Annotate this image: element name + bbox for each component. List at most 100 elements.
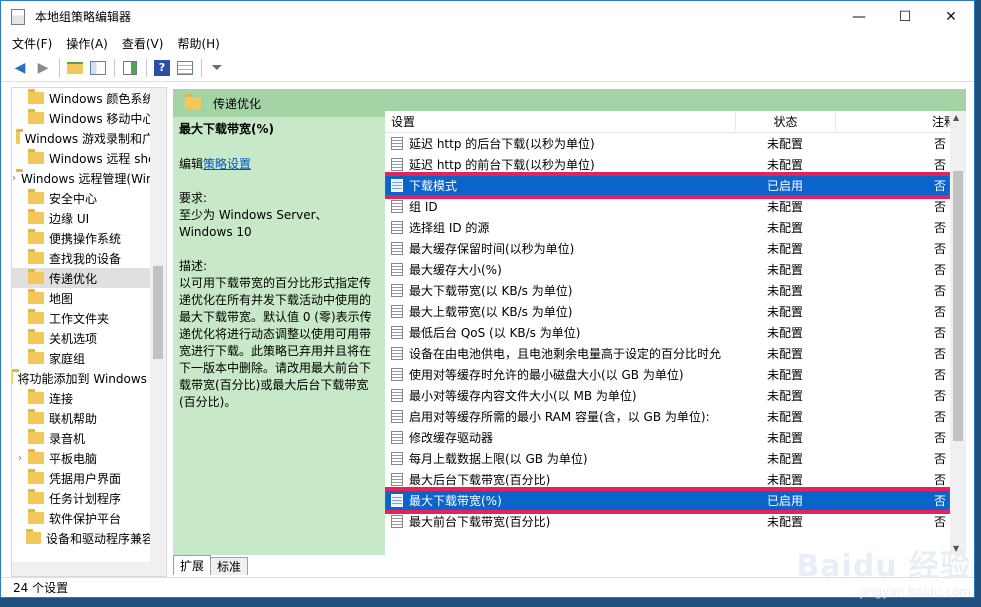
scroll-up-icon[interactable]: ▲ — [953, 113, 959, 122]
up-folder-icon[interactable] — [64, 57, 86, 79]
status-cell: 已启用 — [766, 494, 803, 508]
filter-icon[interactable]: ⏷ — [206, 57, 228, 79]
status-cell: 未配置 — [766, 221, 803, 235]
setting-name: 每月上载数据上限(以 GB 为单位) — [409, 452, 588, 466]
setting-name: 最大缓存大小(%) — [409, 263, 502, 277]
tree-item[interactable]: 地图 — [12, 288, 166, 308]
table-row[interactable]: 最大后台下载带宽(百分比) 未配置 否 — [385, 469, 950, 490]
detail-pane: 传递优化 最大下载带宽(%) 编辑策略设置 要求: 至少为 Windows Se… — [173, 89, 966, 555]
setting-cell: 最大缓存保留时间(以秒为单位) — [385, 240, 735, 257]
folder-icon — [28, 489, 44, 504]
setting-cell: 最低后台 QoS (以 KB/s 为单位) — [385, 324, 735, 341]
tree-item[interactable]: 软件保护平台 — [12, 508, 166, 528]
policy-setting-icon — [391, 494, 403, 507]
tree-item[interactable]: 边缘 UI — [12, 208, 166, 228]
properties-icon[interactable] — [174, 57, 196, 79]
export-list-icon[interactable] — [119, 57, 141, 79]
tree-item[interactable]: 设备和驱动程序兼容性 — [12, 528, 166, 548]
back-icon[interactable]: ◀ — [9, 57, 31, 79]
status-cell: 未配置 — [766, 389, 803, 403]
tree-item[interactable]: 关机选项 — [12, 328, 166, 348]
tree-item[interactable]: 录音机 — [12, 428, 166, 448]
column-setting[interactable]: 设置 — [385, 113, 735, 130]
table-row[interactable]: 设备在由电池供电，且电池剩余电量高于设定的百分比时允 未配置 否 — [385, 343, 950, 364]
tree-item[interactable]: › 平板电脑 — [12, 448, 166, 468]
table-row[interactable]: 选择组 ID 的源 未配置 否 — [385, 217, 950, 238]
menu-view[interactable]: 查看(V) — [115, 35, 171, 52]
tree-scroll-thumb[interactable] — [153, 266, 163, 359]
setting-name: 最大后台下载带宽(百分比) — [409, 473, 551, 487]
table-row[interactable]: 每月上载数据上限(以 GB 为单位) 未配置 否 — [385, 448, 950, 469]
table-row[interactable]: 下载模式 已启用 否 — [385, 172, 950, 199]
tree-horizontal-scrollbar[interactable] — [12, 562, 150, 576]
setting-cell: 修改缓存驱动器 — [385, 429, 735, 446]
status-cell: 未配置 — [766, 431, 803, 445]
table-row[interactable]: 最大下载带宽(%) 已启用 否 — [385, 487, 950, 514]
status-cell: 未配置 — [766, 158, 803, 172]
tab-extended[interactable]: 扩展 — [173, 555, 212, 575]
tree-item-label: 联机帮助 — [49, 411, 98, 426]
tree-item[interactable]: 传递优化 — [12, 268, 166, 288]
table-row[interactable]: 使用对等缓存时允许的最小磁盘大小(以 GB 为单位) 未配置 否 — [385, 364, 950, 385]
tree-item[interactable]: 连接 — [12, 388, 166, 408]
forward-icon[interactable]: ▶ — [32, 57, 54, 79]
maximize-button[interactable]: ☐ — [882, 1, 928, 32]
setting-name: 最大上载带宽(以 KB/s 为单位) — [409, 305, 573, 319]
menu-help[interactable]: 帮助(H) — [170, 35, 226, 52]
column-note[interactable]: 注释 — [835, 113, 966, 130]
table-row[interactable]: 最大上载带宽(以 KB/s 为单位) 未配置 否 — [385, 301, 950, 322]
expand-chevron-icon[interactable]: › — [12, 453, 28, 464]
table-row[interactable]: 组 ID 未配置 否 — [385, 196, 950, 217]
help-icon[interactable]: ? — [151, 57, 173, 79]
list-scroll-thumb[interactable] — [953, 171, 963, 441]
setting-name: 最大下载带宽(%) — [409, 494, 502, 508]
table-row[interactable]: 最小对等缓存内容文件大小(以 MB 为单位) 未配置 否 — [385, 385, 950, 406]
toolbar: ◀ ▶ ? ⏷ — [1, 54, 974, 82]
tree-item[interactable]: Windows 移动中心 — [12, 108, 166, 128]
setting-name: 最大下载带宽(以 KB/s 为单位) — [409, 284, 573, 298]
note-cell: 否 — [933, 326, 946, 340]
tree-item[interactable]: Windows 游戏录制和广播 — [12, 128, 166, 148]
table-row[interactable]: 最大缓存保留时间(以秒为单位) 未配置 否 — [385, 238, 950, 259]
tree-item-label: 查找我的设备 — [49, 251, 122, 266]
table-row[interactable]: 最大前台下载带宽(百分比) 未配置 否 — [385, 511, 950, 532]
setting-description-panel: 最大下载带宽(%) 编辑策略设置 要求: 至少为 Windows Server、… — [179, 119, 373, 411]
table-row[interactable]: 最大下载带宽(以 KB/s 为单位) 未配置 否 — [385, 280, 950, 301]
status-cell: 未配置 — [766, 368, 803, 382]
list-vertical-scrollbar[interactable]: ▲ ▼ — [950, 111, 966, 555]
tree-item-label: 安全中心 — [49, 191, 98, 206]
tree-item[interactable]: 联机帮助 — [12, 408, 166, 428]
minimize-button[interactable]: — — [836, 1, 882, 32]
setting-name: 下载模式 — [409, 179, 458, 193]
table-row[interactable]: 启用对等缓存所需的最小 RAM 容量(含，以 GB 为单位): 未配置 否 — [385, 406, 950, 427]
tree-item[interactable]: 查找我的设备 — [12, 248, 166, 268]
table-row[interactable]: 延迟 http 的后台下载(以秒为单位) 未配置 否 — [385, 133, 950, 154]
tree-items: Windows 颜色系统 Windows 移动中心 Windows 游戏录制和广播 W… — [12, 88, 166, 548]
close-button[interactable]: ✕ — [928, 1, 974, 32]
tree-item[interactable]: 家庭组 — [12, 348, 166, 368]
policy-settings-link[interactable]: 策略设置 — [203, 157, 251, 171]
table-row[interactable]: 最大缓存大小(%) 未配置 否 — [385, 259, 950, 280]
column-status[interactable]: 状态 — [735, 113, 835, 130]
table-row[interactable]: 修改缓存驱动器 未配置 否 — [385, 427, 950, 448]
setting-title: 最大下载带宽(%) — [179, 122, 274, 136]
tree-item-label: 边缘 UI — [49, 211, 90, 226]
tree-vertical-scrollbar[interactable] — [150, 88, 166, 576]
expand-chevron-icon[interactable]: › — [12, 173, 16, 184]
tree-item[interactable]: 任务计划程序 — [12, 488, 166, 508]
tree-item[interactable]: Windows 颜色系统 — [12, 88, 166, 108]
tree-item[interactable]: 将功能添加到 Windows 10 — [12, 368, 166, 388]
setting-cell: 最大前台下载带宽(百分比) — [385, 513, 735, 530]
tree-item[interactable]: 安全中心 — [12, 188, 166, 208]
table-row[interactable]: 最低后台 QoS (以 KB/s 为单位) 未配置 否 — [385, 322, 950, 343]
tree-item[interactable]: › Windows 远程管理(Windows — [12, 168, 166, 188]
show-hide-tree-icon[interactable] — [87, 57, 109, 79]
tree-item[interactable]: Windows 远程 shell — [12, 148, 166, 168]
table-row[interactable]: 延迟 http 的前台下载(以秒为单位) 未配置 否 — [385, 154, 950, 175]
tree-item[interactable]: 凭据用户界面 — [12, 468, 166, 488]
tab-standard[interactable]: 标准 — [210, 557, 249, 575]
menu-action[interactable]: 操作(A) — [59, 35, 115, 52]
menu-file[interactable]: 文件(F) — [5, 35, 59, 52]
tree-item[interactable]: 便携操作系统 — [12, 228, 166, 248]
tree-item[interactable]: 工作文件夹 — [12, 308, 166, 328]
